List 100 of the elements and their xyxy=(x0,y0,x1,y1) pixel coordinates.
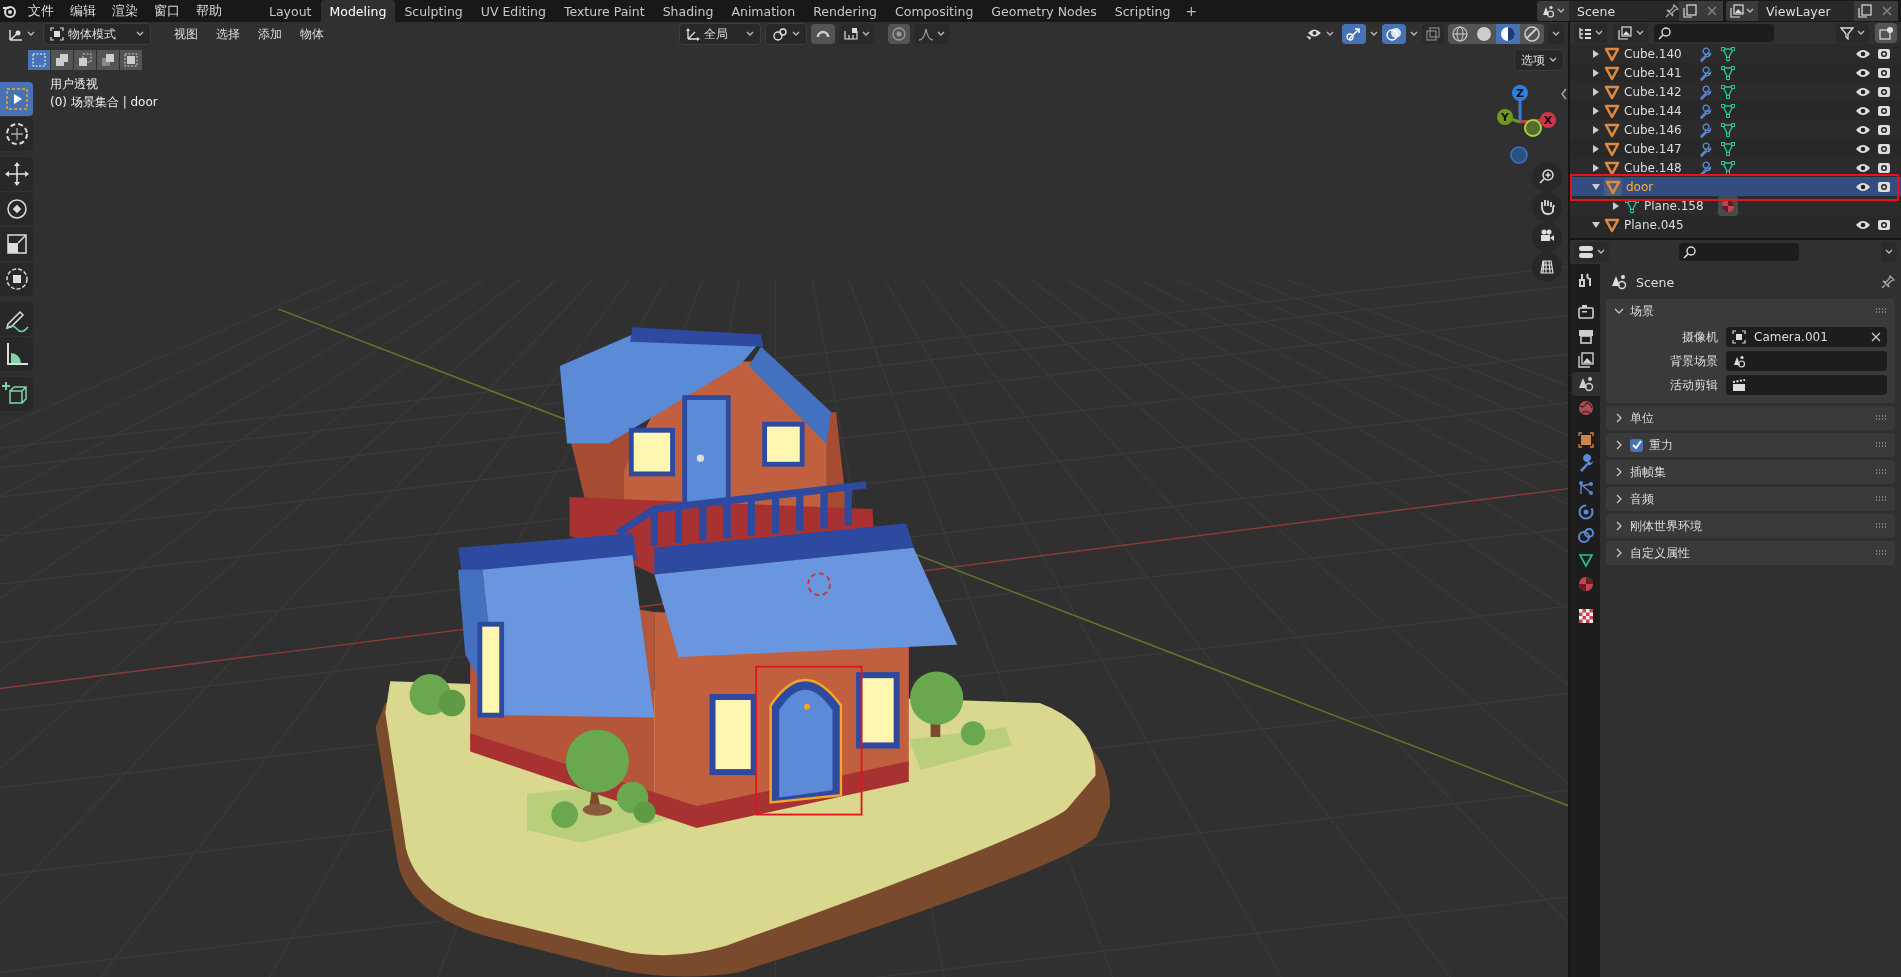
panel-title[interactable]: 刚体世界环境 xyxy=(1630,517,1702,535)
camera-icon[interactable] xyxy=(1877,218,1891,231)
pin-icon[interactable] xyxy=(1665,4,1679,18)
search-field[interactable] xyxy=(1654,24,1774,42)
checkbox[interactable] xyxy=(1630,438,1643,452)
chevron-right-icon[interactable] xyxy=(1614,413,1624,423)
drag-handle-icon[interactable] xyxy=(1875,415,1887,421)
close-icon[interactable] xyxy=(1871,332,1881,342)
disclosure-triangle-icon[interactable] xyxy=(1592,106,1600,115)
disclosure-triangle-icon[interactable] xyxy=(1592,68,1600,77)
filter-dropdown[interactable] xyxy=(1836,23,1869,43)
proportional-edit-toggle[interactable] xyxy=(888,24,910,44)
tool-button[interactable] xyxy=(0,227,33,261)
snap-toggle[interactable] xyxy=(811,24,835,44)
drag-handle-icon[interactable] xyxy=(1875,550,1887,556)
eye-icon[interactable] xyxy=(1855,218,1871,231)
duplicate-icon[interactable] xyxy=(1683,4,1697,18)
header-menu[interactable]: 物体 xyxy=(293,25,331,43)
editor-type-button[interactable] xyxy=(1574,242,1609,262)
zoom-button[interactable] xyxy=(1532,162,1562,192)
disclosure-triangle-icon[interactable] xyxy=(1612,201,1620,210)
camera-icon[interactable] xyxy=(1877,161,1891,174)
header-menu[interactable]: 视图 xyxy=(167,25,205,43)
chevron-right-icon[interactable] xyxy=(1614,548,1624,558)
eye-icon[interactable] xyxy=(1855,47,1871,60)
camera-icon[interactable] xyxy=(1877,142,1891,155)
outliner-row[interactable]: Cube.147 xyxy=(1570,139,1901,158)
pin-icon[interactable] xyxy=(1881,275,1895,289)
menu-item[interactable]: 编辑 xyxy=(62,2,104,20)
menu-item[interactable]: 渲染 xyxy=(104,2,146,20)
eye-icon[interactable] xyxy=(1855,180,1871,193)
outliner-row[interactable]: Plane.045 xyxy=(1570,215,1901,234)
xray-toggle[interactable] xyxy=(1422,24,1444,44)
scene-field[interactable] xyxy=(1726,351,1887,371)
camera-icon[interactable] xyxy=(1877,85,1891,98)
shading-options-dropdown[interactable] xyxy=(1548,24,1564,44)
drag-handle-icon[interactable] xyxy=(1875,442,1887,448)
drag-handle-icon[interactable] xyxy=(1875,469,1887,475)
menu-item[interactable]: 帮助 xyxy=(188,2,230,20)
navigation-gizmo[interactable]: Z Y X xyxy=(1490,76,1565,168)
chevron-right-icon[interactable] xyxy=(1614,494,1624,504)
workspace-tab[interactable]: Sculpting xyxy=(395,0,472,22)
drag-handle-icon[interactable] xyxy=(1875,523,1887,529)
options-dropdown[interactable]: 选项 xyxy=(1514,49,1564,71)
menu-item[interactable]: 文件 xyxy=(20,2,62,20)
chevron-right-icon[interactable] xyxy=(1614,467,1624,477)
outliner-row[interactable]: Cube.144 xyxy=(1570,101,1901,120)
panel-title[interactable]: 插帧集 xyxy=(1630,463,1666,481)
workspace-tab[interactable]: Animation xyxy=(722,0,805,22)
add-workspace-button[interactable]: + xyxy=(1179,0,1204,22)
select-mode-button[interactable] xyxy=(74,50,96,70)
snap-target-dropdown[interactable] xyxy=(839,24,874,44)
eye-icon[interactable] xyxy=(1855,66,1871,79)
overlay-toggle[interactable] xyxy=(1382,24,1406,44)
workspace-tab[interactable]: Layout xyxy=(260,0,321,22)
new-collection-button[interactable] xyxy=(1875,23,1897,43)
camera-field[interactable]: Camera.001 xyxy=(1726,327,1887,347)
tool-button[interactable] xyxy=(0,262,33,296)
outliner-row[interactable]: Cube.141 xyxy=(1570,63,1901,82)
camera-icon[interactable] xyxy=(1877,123,1891,136)
workspace-tab[interactable]: Geometry Nodes xyxy=(982,0,1106,22)
tool-button[interactable] xyxy=(0,337,33,371)
header-menu[interactable]: 选择 xyxy=(209,25,247,43)
disclosure-triangle-icon[interactable] xyxy=(1592,182,1600,191)
grid-button[interactable] xyxy=(1532,252,1562,282)
panel-title[interactable]: 场景 xyxy=(1630,302,1654,320)
workspace-tab[interactable]: Texture Paint xyxy=(554,0,654,22)
camera-icon[interactable] xyxy=(1877,104,1891,117)
panel-title[interactable]: 单位 xyxy=(1630,409,1654,427)
panel-title[interactable]: 重力 xyxy=(1649,436,1673,454)
pivot-dropdown[interactable] xyxy=(765,23,807,45)
chevron-right-icon[interactable] xyxy=(1614,440,1624,450)
chevron-right-icon[interactable] xyxy=(1614,521,1624,531)
menu-item[interactable]: 窗口 xyxy=(146,2,188,20)
workspace-tab[interactable]: Shading xyxy=(653,0,723,22)
camera-icon[interactable] xyxy=(1877,180,1891,193)
camera-icon[interactable] xyxy=(1877,47,1891,60)
outliner-row[interactable]: door xyxy=(1570,177,1901,196)
chevron-down-icon[interactable] xyxy=(1614,306,1624,316)
tool-button[interactable] xyxy=(0,377,33,411)
workspace-tab[interactable]: Rendering xyxy=(804,0,886,22)
view-layer-dropdown[interactable] xyxy=(1613,23,1648,43)
disclosure-triangle-icon[interactable] xyxy=(1592,163,1600,172)
display-mode-dropdown[interactable] xyxy=(1574,23,1607,43)
workspace-tab[interactable]: Scripting xyxy=(1105,0,1180,22)
tool-button[interactable] xyxy=(0,82,33,116)
mode-dropdown[interactable]: 物体模式 xyxy=(43,23,151,45)
clip-field[interactable] xyxy=(1726,375,1887,395)
disclosure-triangle-icon[interactable] xyxy=(1592,125,1600,134)
scene-selector[interactable]: Scene xyxy=(1537,1,1723,21)
disclosure-triangle-icon[interactable] xyxy=(1592,144,1600,153)
duplicate-icon[interactable] xyxy=(1858,4,1872,18)
tool-button[interactable] xyxy=(0,302,33,336)
disclosure-triangle-icon[interactable] xyxy=(1592,87,1600,96)
panel-title[interactable]: 自定义属性 xyxy=(1630,544,1690,562)
disclosure-triangle-icon[interactable] xyxy=(1592,220,1600,229)
tool-button[interactable] xyxy=(0,192,33,226)
falloff-dropdown[interactable] xyxy=(914,24,949,44)
gizmo-toggle[interactable] xyxy=(1342,24,1366,44)
eye-icon[interactable] xyxy=(1855,142,1871,155)
